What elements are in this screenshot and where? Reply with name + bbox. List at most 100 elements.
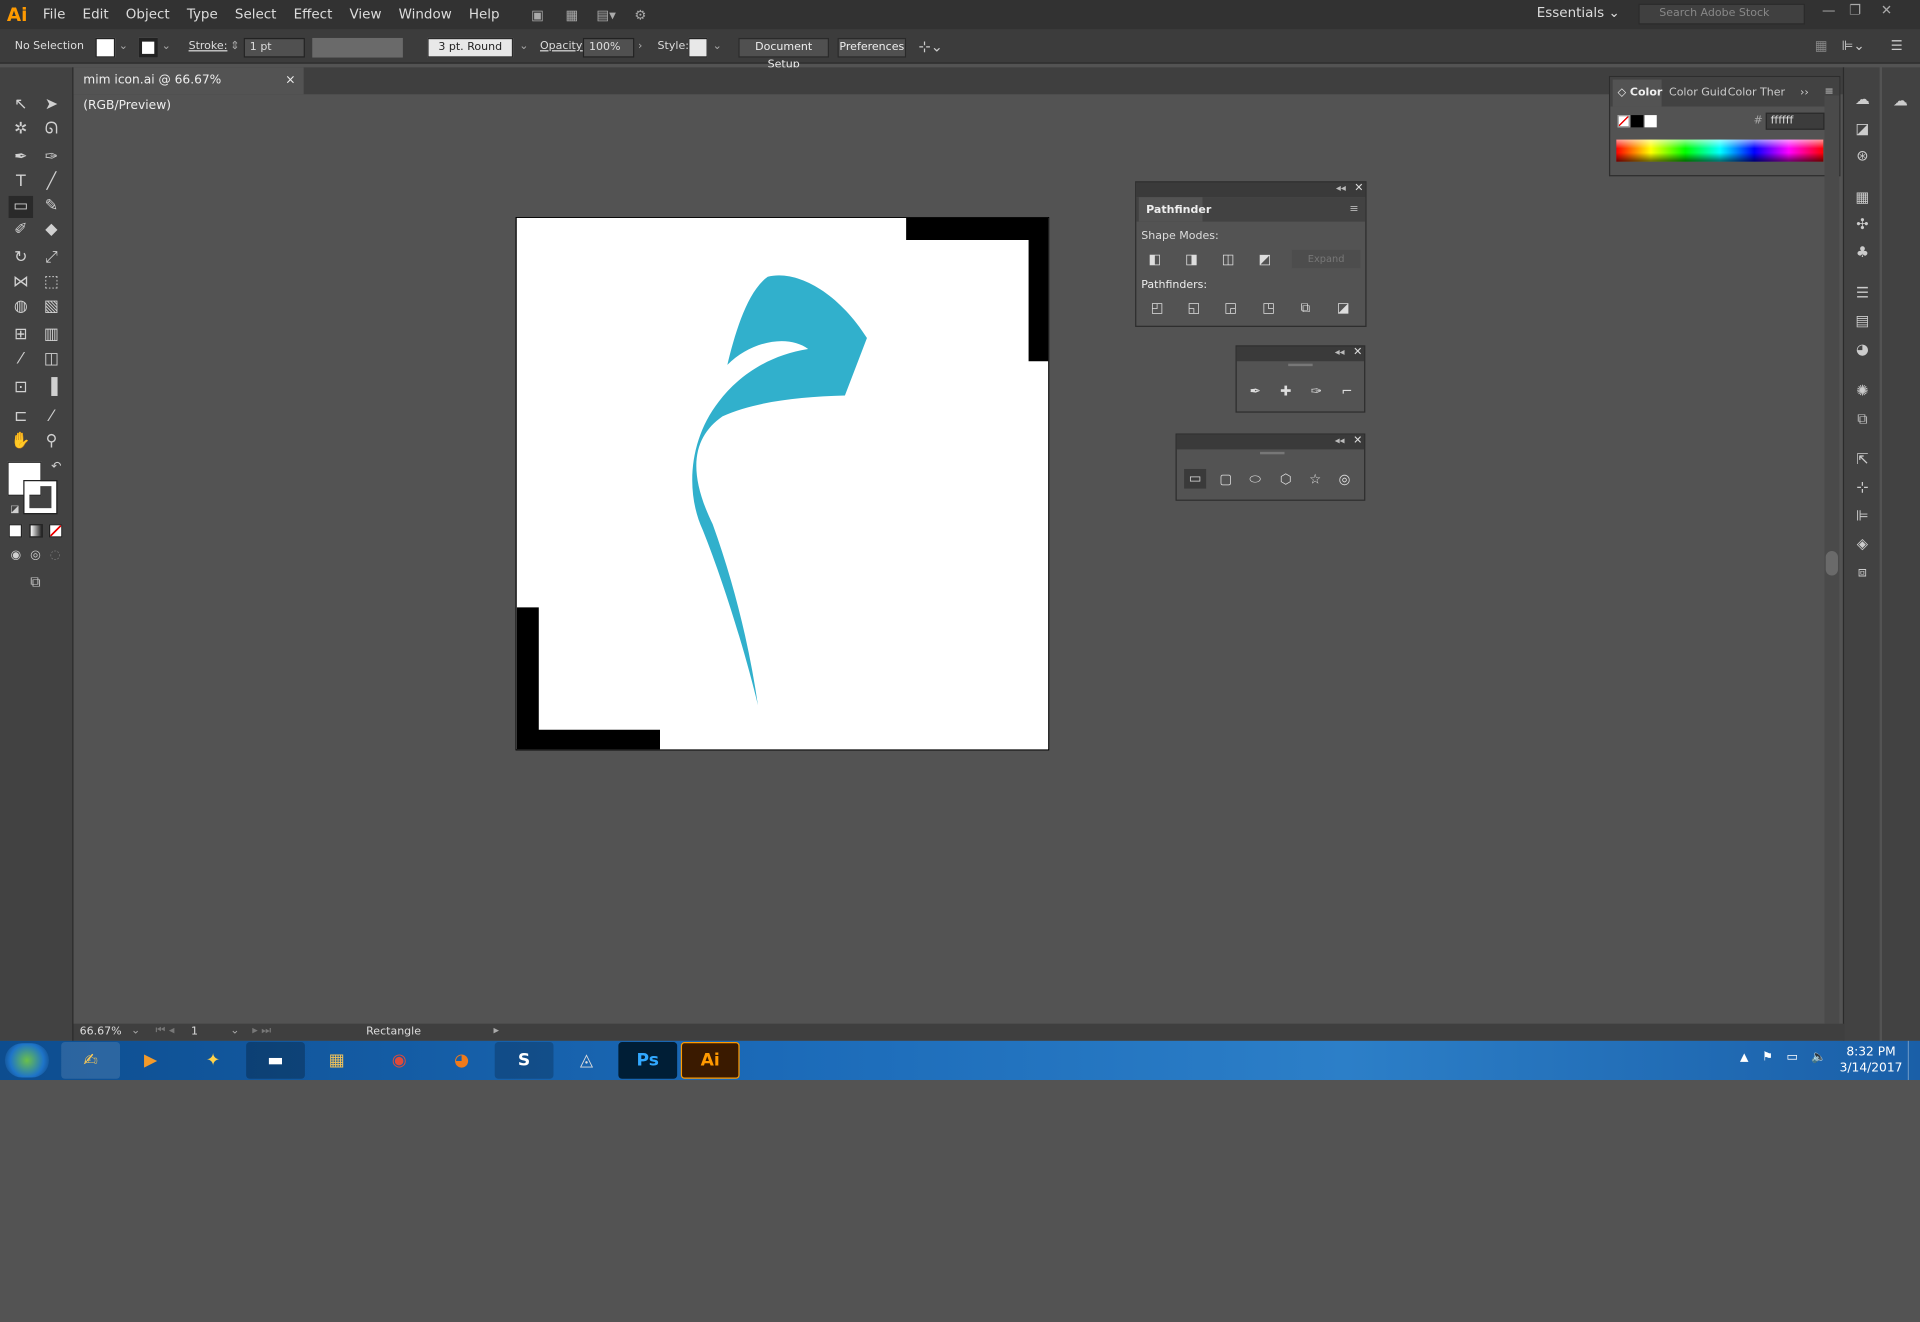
mesh-tool-icon[interactable]: ⊞ — [9, 324, 33, 346]
stroke-swatch[interactable] — [138, 37, 158, 58]
shape-builder-tool-icon[interactable]: ◍ — [9, 296, 33, 318]
chevron-down-icon[interactable]: ⌄ — [519, 29, 528, 63]
divide-icon[interactable]: ◰ — [1149, 300, 1166, 316]
vertical-scrollbar[interactable] — [1824, 95, 1840, 1024]
properties-icon[interactable]: ◪ — [1844, 118, 1881, 140]
graphic-styles-icon[interactable]: ⧉ — [1844, 408, 1881, 430]
menu-select[interactable]: Select — [226, 0, 285, 29]
file-explorer-icon[interactable]: ▦ — [307, 1042, 366, 1079]
menu-view[interactable]: View — [341, 0, 390, 29]
artboard-tool-icon[interactable]: ⊏ — [9, 407, 33, 429]
stroke-weight-input[interactable]: 1 pt — [243, 37, 305, 58]
artboard[interactable] — [515, 216, 1050, 751]
menu-file[interactable]: File — [34, 0, 74, 29]
volume-icon[interactable]: 🔈 — [1811, 1051, 1826, 1064]
perspective-grid-tool-icon[interactable]: ▧ — [39, 296, 63, 318]
chevron-down-icon[interactable]: ⌄ — [119, 29, 128, 63]
illustrator-icon[interactable]: Ai — [680, 1042, 740, 1079]
magic-wand-tool-icon[interactable]: ✲ — [9, 119, 33, 141]
notes-app-icon[interactable]: ✍ — [61, 1042, 121, 1079]
restore-icon[interactable]: ❐ — [1849, 2, 1861, 18]
menu-edit[interactable]: Edit — [74, 0, 117, 29]
flare-tool-icon[interactable]: ◎ — [1336, 471, 1353, 487]
line-segment-tool-icon[interactable]: ╱ — [39, 171, 63, 193]
appearance-icon[interactable]: ✺ — [1844, 380, 1881, 402]
width-tool-icon[interactable]: ⋈ — [9, 272, 33, 294]
crop-icon[interactable]: ◳ — [1260, 300, 1277, 316]
artboards-icon[interactable]: ⧈ — [1844, 561, 1881, 583]
document-setup-button[interactable]: Document Setup — [738, 37, 829, 71]
stroke-color-box[interactable] — [23, 480, 58, 515]
symbol-sprayer-tool-icon[interactable]: ⊡ — [9, 377, 33, 399]
type-tool-icon[interactable]: T — [9, 171, 33, 193]
transform-icon[interactable]: ⊹⌄ — [918, 29, 943, 63]
close-window-icon[interactable]: ✕ — [1881, 2, 1892, 18]
app-icon[interactable]: ✦ — [184, 1042, 243, 1079]
paintbrush-tool-icon[interactable]: ✎ — [39, 196, 63, 218]
column-graph-tool-icon[interactable]: ▐ — [39, 377, 63, 399]
eyedropper-tool-icon[interactable]: ⁄ — [9, 349, 33, 371]
brush-definition[interactable]: 3 pt. Round — [427, 37, 514, 58]
fill-swatch[interactable] — [95, 37, 116, 58]
gradient-tool-icon[interactable]: ▥ — [39, 324, 63, 346]
stroke-label[interactable]: Stroke: — [189, 29, 228, 63]
expand-panel-icon[interactable]: ›› — [1800, 87, 1809, 99]
graphic-style-swatch[interactable] — [688, 37, 708, 58]
collapse-icon[interactable]: ◂◂ — [1335, 435, 1345, 446]
align-icon[interactable]: ⊫ — [1844, 504, 1881, 526]
bridge-icon[interactable]: ▣ — [525, 4, 549, 26]
draw-inside-icon[interactable]: ◌ — [43, 545, 67, 567]
none-mode-icon[interactable] — [48, 524, 63, 538]
minus-front-icon[interactable]: ◨ — [1183, 251, 1200, 267]
chevron-down-icon[interactable]: ⌄ — [131, 1025, 140, 1037]
action-center-icon[interactable]: ⚑ — [1762, 1051, 1773, 1064]
align-icon[interactable]: ⊫⌄ — [1842, 29, 1865, 63]
blend-tool-icon[interactable]: ◫ — [39, 349, 63, 371]
navigator-icon[interactable]: ⊛ — [1844, 144, 1881, 166]
preferences-button[interactable]: Preferences — [837, 37, 907, 58]
polygon-tool-icon[interactable]: ⬡ — [1277, 471, 1294, 487]
color-guide-tab[interactable]: Color Guid — [1669, 87, 1727, 99]
pen-tool-icon[interactable]: ✒ — [9, 147, 33, 169]
menu-object[interactable]: Object — [117, 0, 178, 29]
expand-button[interactable]: Expand — [1291, 249, 1361, 269]
creative-cloud-icon[interactable]: ☁ — [1882, 89, 1919, 111]
menu-icon[interactable]: ☰ — [1891, 29, 1903, 63]
transparency-icon[interactable]: ◕ — [1844, 338, 1881, 360]
curvature-tool-icon[interactable]: ✑ — [39, 147, 63, 169]
white-swatch[interactable] — [1644, 115, 1657, 128]
symbols-icon[interactable]: ♣ — [1844, 241, 1881, 263]
close-panel-icon[interactable]: ✕ — [1353, 347, 1362, 359]
artboard-number[interactable]: 1 — [191, 1026, 198, 1038]
terminal-icon[interactable]: ▬ — [246, 1042, 305, 1079]
minimize-icon[interactable]: — — [1822, 2, 1835, 18]
show-hidden-icons[interactable]: ▲ — [1740, 1052, 1748, 1064]
panel-icon[interactable]: ▦ — [1815, 29, 1828, 63]
color-mode-icon[interactable] — [8, 524, 23, 538]
shaper-tool-icon[interactable]: ✐ — [9, 219, 33, 241]
collapse-icon[interactable]: ◂◂ — [1336, 182, 1346, 193]
chrome-icon[interactable]: ◉ — [370, 1042, 429, 1079]
color-themes-tab[interactable]: Color Ther — [1728, 87, 1785, 99]
layers-icon[interactable]: ◈ — [1844, 533, 1881, 555]
zoom-tool-icon[interactable]: ⚲ — [39, 431, 63, 453]
swap-fill-stroke-icon[interactable]: ↶ — [44, 457, 68, 479]
menu-type[interactable]: Type — [178, 0, 226, 29]
rounded-rectangle-tool-icon[interactable]: ▢ — [1217, 471, 1234, 487]
ellipse-tool-icon[interactable]: ⬭ — [1247, 471, 1264, 487]
opacity-label[interactable]: Opacity: — [540, 29, 585, 63]
merge-icon[interactable]: ◲ — [1222, 300, 1239, 316]
color-spectrum[interactable] — [1616, 139, 1824, 162]
swatches-icon[interactable]: ▦ — [1844, 186, 1881, 208]
zoom-level[interactable]: 66.67% — [80, 1026, 122, 1038]
chevron-down-icon[interactable]: ⌄ — [713, 29, 722, 63]
delete-anchor-point-icon[interactable]: ✑ — [1308, 383, 1325, 399]
transform-icon[interactable]: ⊹ — [1844, 476, 1881, 498]
grip-icon[interactable] — [1288, 363, 1313, 367]
lasso-tool-icon[interactable]: ᘏ — [39, 119, 63, 141]
arrange-documents-icon[interactable]: ▤▾ — [594, 4, 618, 26]
panel-menu-icon[interactable]: ≡ — [1349, 203, 1358, 215]
add-anchor-point-icon[interactable]: ✚ — [1277, 383, 1294, 399]
gpu-performance-icon[interactable]: ⚙ — [628, 4, 652, 26]
unite-icon[interactable]: ◧ — [1146, 251, 1163, 267]
